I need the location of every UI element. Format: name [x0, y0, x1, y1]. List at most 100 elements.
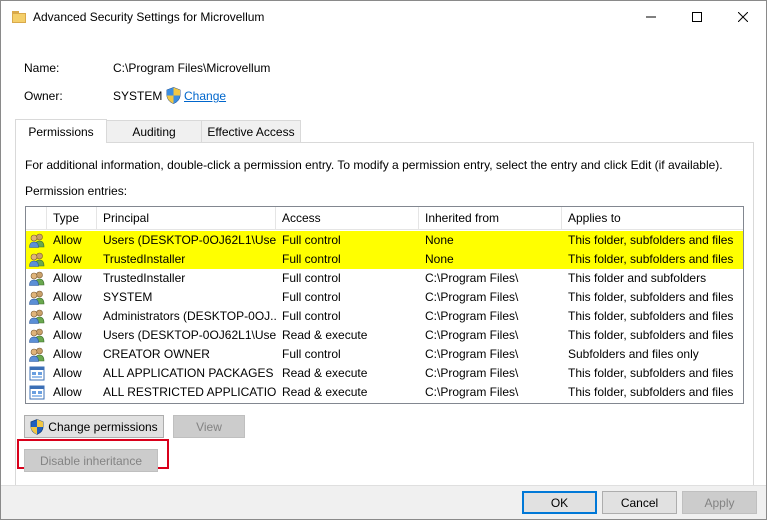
cell-type: Allow [53, 309, 82, 323]
cell-applies-to: This folder, subfolders and files [568, 233, 734, 247]
header-icon-column [26, 207, 47, 230]
button-label: Cancel [620, 495, 659, 510]
close-icon [738, 11, 748, 22]
cell-type: Allow [53, 271, 82, 285]
permission-entry-row[interactable]: Allow Users (DESKTOP-0OJ62L1\Use... Full c… [26, 231, 743, 250]
permission-entries-list[interactable]: Type Principal Access Inherited from App… [25, 206, 744, 404]
cell-applies-to: This folder and subfolders [568, 271, 707, 285]
permission-entry-row[interactable]: Allow Administrators (DESKTOP-0OJ... Full … [26, 307, 743, 326]
users-icon [29, 290, 45, 305]
title-bar[interactable]: Advanced Security Settings for Microvell… [1, 1, 766, 32]
cell-type: Allow [53, 366, 82, 380]
name-label: Name: [24, 61, 60, 75]
button-label: View [196, 419, 222, 434]
column-principal[interactable]: Principal [97, 207, 276, 230]
column-inherited-from[interactable]: Inherited from [419, 207, 562, 230]
cell-type: Allow [53, 290, 82, 304]
cell-inherited-from: None [425, 252, 454, 266]
maximize-button[interactable] [674, 1, 720, 32]
cell-applies-to: This folder, subfolders and files [568, 252, 734, 266]
disable-inheritance-button[interactable]: Disable inheritance [24, 449, 158, 472]
permission-entry-row[interactable]: Allow TrustedInstaller Full control None Thi… [26, 250, 743, 269]
permission-entry-row[interactable]: Allow CREATOR OWNER Full control C:\Program… [26, 345, 743, 364]
minimize-button[interactable] [628, 1, 674, 32]
minimize-icon [646, 16, 656, 17]
button-label: Apply [704, 495, 735, 510]
cell-access: Read & execute [282, 366, 368, 380]
button-label: Change permissions [48, 419, 158, 434]
permission-entry-row[interactable]: Allow ALL RESTRICTED APPLICATIO... Read & … [26, 383, 743, 402]
users-icon [29, 328, 45, 343]
owner-label: Owner: [24, 89, 63, 103]
permission-entry-row[interactable]: Allow TrustedInstaller Full control C:\Prog… [26, 269, 743, 288]
cancel-button[interactable]: Cancel [602, 491, 677, 514]
maximize-icon [692, 11, 702, 22]
cell-type: Allow [53, 385, 82, 399]
button-label: OK [550, 495, 569, 510]
cell-applies-to: This folder, subfolders and files [568, 328, 734, 342]
permission-entry-row[interactable]: Allow Users (DESKTOP-0OJ62L1\Use... Read &… [26, 326, 743, 345]
uac-shield-icon [166, 87, 181, 104]
cell-principal: TrustedInstaller [103, 252, 186, 266]
button-label: Disable inheritance [39, 453, 143, 468]
cell-inherited-from: C:\Program Files\ [425, 385, 519, 399]
permission-entry-row[interactable]: Allow ALL APPLICATION PACKAGES Read & exec… [26, 364, 743, 383]
folder-icon [12, 10, 26, 23]
app-package-icon [29, 366, 45, 381]
cell-inherited-from: C:\Program Files\ [425, 309, 519, 323]
owner-value: SYSTEM [113, 89, 163, 103]
cell-principal: Administrators (DESKTOP-0OJ... [103, 309, 276, 323]
cell-principal: CREATOR OWNER [103, 347, 210, 361]
permission-entries-label: Permission entries: [25, 184, 128, 198]
close-button[interactable] [720, 1, 766, 32]
cell-principal: Users (DESKTOP-0OJ62L1\Use... [103, 233, 276, 247]
tab-auditing[interactable]: Auditing [106, 120, 202, 142]
cell-access: Full control [282, 271, 341, 285]
tab-permissions[interactable]: Permissions [15, 119, 107, 143]
column-type[interactable]: Type [47, 207, 97, 230]
cell-principal: ALL RESTRICTED APPLICATIO... [103, 385, 276, 399]
cell-access: Full control [282, 233, 341, 247]
cell-type: Allow [53, 347, 82, 361]
list-header: Type Principal Access Inherited from App… [26, 207, 743, 230]
cell-applies-to: Subfolders and files only [568, 347, 699, 361]
uac-shield-icon [30, 418, 44, 435]
users-icon [29, 347, 45, 362]
cell-access: Full control [282, 309, 341, 323]
cell-principal: TrustedInstaller [103, 271, 186, 285]
cell-inherited-from: C:\Program Files\ [425, 328, 519, 342]
ok-button[interactable]: OK [522, 491, 597, 514]
users-icon [29, 233, 45, 248]
column-access[interactable]: Access [276, 207, 419, 230]
cell-access: Full control [282, 347, 341, 361]
advanced-security-window: Advanced Security Settings for Microvell… [0, 0, 767, 520]
column-applies-to[interactable]: Applies to [562, 207, 743, 230]
permission-entry-row[interactable]: Allow SYSTEM Full control C:\Program Files\… [26, 288, 743, 307]
cell-access: Read & execute [282, 328, 368, 342]
cell-type: Allow [53, 328, 82, 342]
tab-label: Permissions [28, 124, 94, 139]
cell-principal: Users (DESKTOP-0OJ62L1\Use... [103, 328, 276, 342]
cell-access: Full control [282, 252, 341, 266]
dialog-content: Name: C:\Program Files\Microvellum Owner… [1, 32, 766, 519]
info-text: For additional information, double-click… [25, 158, 723, 172]
change-owner-link[interactable]: Change [184, 89, 226, 103]
tab-effective-access[interactable]: Effective Access [201, 120, 301, 142]
users-icon [29, 271, 45, 286]
cell-applies-to: This folder, subfolders and files [568, 309, 734, 323]
cell-inherited-from: C:\Program Files\ [425, 366, 519, 380]
cell-type: Allow [53, 233, 82, 247]
apply-button[interactable]: Apply [682, 491, 757, 514]
users-icon [29, 309, 45, 324]
cell-applies-to: This folder, subfolders and files [568, 385, 734, 399]
cell-inherited-from: C:\Program Files\ [425, 271, 519, 285]
window-title: Advanced Security Settings for Microvell… [33, 9, 265, 24]
cell-access: Full control [282, 290, 341, 304]
app-package-icon [29, 385, 45, 400]
cell-applies-to: This folder, subfolders and files [568, 366, 734, 380]
dialog-footer: OK Cancel Apply [1, 485, 766, 519]
change-permissions-button[interactable]: Change permissions [24, 415, 164, 438]
cell-type: Allow [53, 252, 82, 266]
cell-inherited-from: C:\Program Files\ [425, 347, 519, 361]
view-button[interactable]: View [173, 415, 245, 438]
